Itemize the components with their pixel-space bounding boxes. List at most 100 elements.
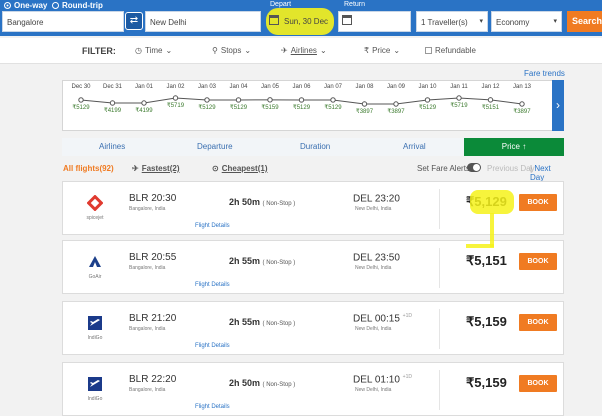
- book-button[interactable]: BOOK: [519, 314, 557, 331]
- filter-refundable[interactable]: Refundable: [425, 46, 476, 55]
- previous-day-link[interactable]: Previous Day: [487, 164, 535, 173]
- fare-day-label[interactable]: Jan 06: [289, 84, 315, 90]
- highlight-stroke: [490, 213, 494, 247]
- rupee-icon: ₹: [364, 46, 370, 55]
- departure-time: BLR 20:30: [129, 193, 177, 204]
- fare-day-price[interactable]: ₹3897: [383, 108, 409, 115]
- fare-day-label[interactable]: Jan 05: [257, 84, 283, 90]
- arrival-time: DEL 23:50: [353, 252, 400, 264]
- fare-alerts-toggle[interactable]: [467, 163, 481, 172]
- sort-arrival[interactable]: Arrival: [403, 142, 426, 151]
- flight-duration: 2h 55m ( Non-Stop ): [229, 256, 296, 266]
- fare-day-price[interactable]: ₹3897: [352, 108, 378, 115]
- divider: [439, 248, 440, 288]
- fare-day-label[interactable]: Jan 03: [194, 84, 220, 90]
- filter-price[interactable]: ₹ Price ⌄: [364, 46, 400, 55]
- fare-day-label[interactable]: Jan 02: [163, 84, 189, 90]
- fare-point: [109, 100, 116, 106]
- cabin-select[interactable]: Economy ▾: [491, 11, 562, 32]
- departure-city: Bangalore, India: [129, 206, 166, 212]
- filter-time[interactable]: ◷ Time ⌄: [135, 46, 172, 55]
- fare-point: [141, 100, 147, 106]
- next-day-link[interactable]: | Next Day: [530, 164, 564, 182]
- fare-day-price[interactable]: ₹5719: [163, 102, 189, 109]
- fare-point: [487, 97, 494, 103]
- fare-day-price[interactable]: ₹3897: [509, 108, 535, 115]
- book-button[interactable]: BOOK: [519, 194, 557, 211]
- flight-details-link[interactable]: Flight Details: [195, 282, 230, 288]
- fare-day-price[interactable]: ₹5719: [446, 102, 472, 109]
- book-button[interactable]: BOOK: [519, 253, 557, 270]
- fare-day-price[interactable]: ₹5129: [320, 104, 346, 111]
- fare-day-price[interactable]: ₹5129: [68, 104, 94, 111]
- fare-day-label[interactable]: Jan 10: [415, 84, 441, 90]
- fare-day-label[interactable]: Dec 30: [68, 84, 94, 90]
- fare-day-label[interactable]: Dec 31: [100, 84, 126, 90]
- fare-day-label[interactable]: Jan 09: [383, 84, 409, 90]
- filter-airlines[interactable]: ✈ Airlines ⌄: [281, 46, 327, 55]
- fare-point: [78, 97, 84, 103]
- from-field[interactable]: Bangalore: [2, 11, 124, 32]
- fare-day-price[interactable]: ₹4199: [100, 107, 126, 114]
- flight-card[interactable]: IndiGo BLR 22:20 Bangalore, India 2h 50m ( …: [62, 362, 564, 416]
- swap-cities-icon[interactable]: ⇄: [125, 12, 143, 30]
- travellers-select[interactable]: 1 Traveller(s) ▾: [416, 11, 488, 32]
- flight-details-link[interactable]: Flight Details: [195, 223, 230, 229]
- all-flights-tab[interactable]: All flights(92): [63, 164, 114, 173]
- sort-departure[interactable]: Departure: [197, 142, 233, 151]
- filter-label: FILTER:: [82, 46, 116, 56]
- fare-day-label[interactable]: Jan 13: [509, 84, 535, 90]
- round-trip-radio[interactable]: Round-trip: [52, 1, 103, 10]
- arrival-city: New Delhi, India: [355, 206, 392, 212]
- stops-label: ( Non-Stop ): [262, 260, 296, 266]
- fare-day-label[interactable]: Jan 07: [320, 84, 346, 90]
- airline-logo: [87, 315, 103, 331]
- fare-day-price[interactable]: ₹5151: [478, 104, 504, 111]
- chevron-down-icon: ⌄: [165, 46, 173, 55]
- sort-duration[interactable]: Duration: [300, 142, 330, 151]
- calendar-icon[interactable]: [269, 15, 279, 25]
- indigo-logo-icon: [88, 377, 102, 391]
- fare-day-price[interactable]: ₹5129: [226, 104, 252, 111]
- fare-point: [361, 101, 368, 107]
- fare-day-price[interactable]: ₹4199: [131, 107, 157, 114]
- airline-logo: [86, 194, 104, 212]
- search-bar: One-way Round-trip Bangalore ⇄ New Delhi…: [0, 0, 602, 36]
- fare-day-label[interactable]: Jan 04: [226, 84, 252, 90]
- fare-day-price[interactable]: ₹5159: [257, 104, 283, 111]
- flight-details-link[interactable]: Flight Details: [195, 343, 230, 349]
- flight-price: ₹5,159: [466, 314, 507, 329]
- filter-stops[interactable]: ⚲ Stops ⌄: [212, 46, 251, 55]
- fare-day-price[interactable]: ₹5129: [194, 104, 220, 111]
- fare-point: [267, 97, 273, 103]
- fare-day-label[interactable]: Jan 12: [478, 84, 504, 90]
- fare-day-label[interactable]: Jan 11: [446, 84, 472, 90]
- calendar-next-icon[interactable]: ›: [552, 80, 564, 131]
- departure-time: BLR 22:20: [129, 374, 177, 385]
- fare-day-label[interactable]: Jan 08: [352, 84, 378, 90]
- sort-price-active[interactable]: Price ↑: [464, 138, 564, 156]
- airline-logo: [87, 376, 103, 392]
- chevron-down-icon: ⌄: [393, 46, 401, 55]
- fare-trends-link[interactable]: Fare trends: [524, 69, 565, 78]
- sort-airlines[interactable]: Airlines: [99, 142, 125, 151]
- book-button[interactable]: BOOK: [519, 375, 557, 392]
- cheapest-tab[interactable]: ⊙ Cheapest(1): [212, 164, 268, 173]
- fare-calendar: Dec 30 ₹5129 Dec 31 ₹4199 Jan 01 ₹4199 Jan 02 ₹…: [62, 80, 564, 131]
- fare-day-label[interactable]: Jan 01: [131, 84, 157, 90]
- chevron-down-icon: ▾: [553, 18, 557, 25]
- fare-day-price[interactable]: ₹5129: [289, 104, 315, 111]
- one-way-radio[interactable]: One-way: [4, 1, 47, 10]
- flight-card[interactable]: GoAir BLR 20:55 Bangalore, India 2h 55m ( N…: [62, 240, 564, 294]
- radio-checked-icon: [4, 2, 11, 9]
- divider: [439, 370, 440, 410]
- to-field[interactable]: New Delhi: [145, 11, 261, 32]
- search-button[interactable]: Search: [567, 11, 602, 32]
- stops-label: ( Non-Stop ): [262, 382, 296, 388]
- fare-day-price[interactable]: ₹5129: [415, 104, 441, 111]
- depart-label: Depart: [270, 1, 292, 8]
- flight-duration: 2h 50m ( Non-Stop ): [229, 378, 296, 388]
- flight-card[interactable]: IndiGo BLR 21:20 Bangalore, India 2h 55m ( …: [62, 301, 564, 355]
- fastest-tab[interactable]: ✈ Fastest(2): [132, 164, 180, 173]
- return-calendar-icon[interactable]: [342, 15, 352, 25]
